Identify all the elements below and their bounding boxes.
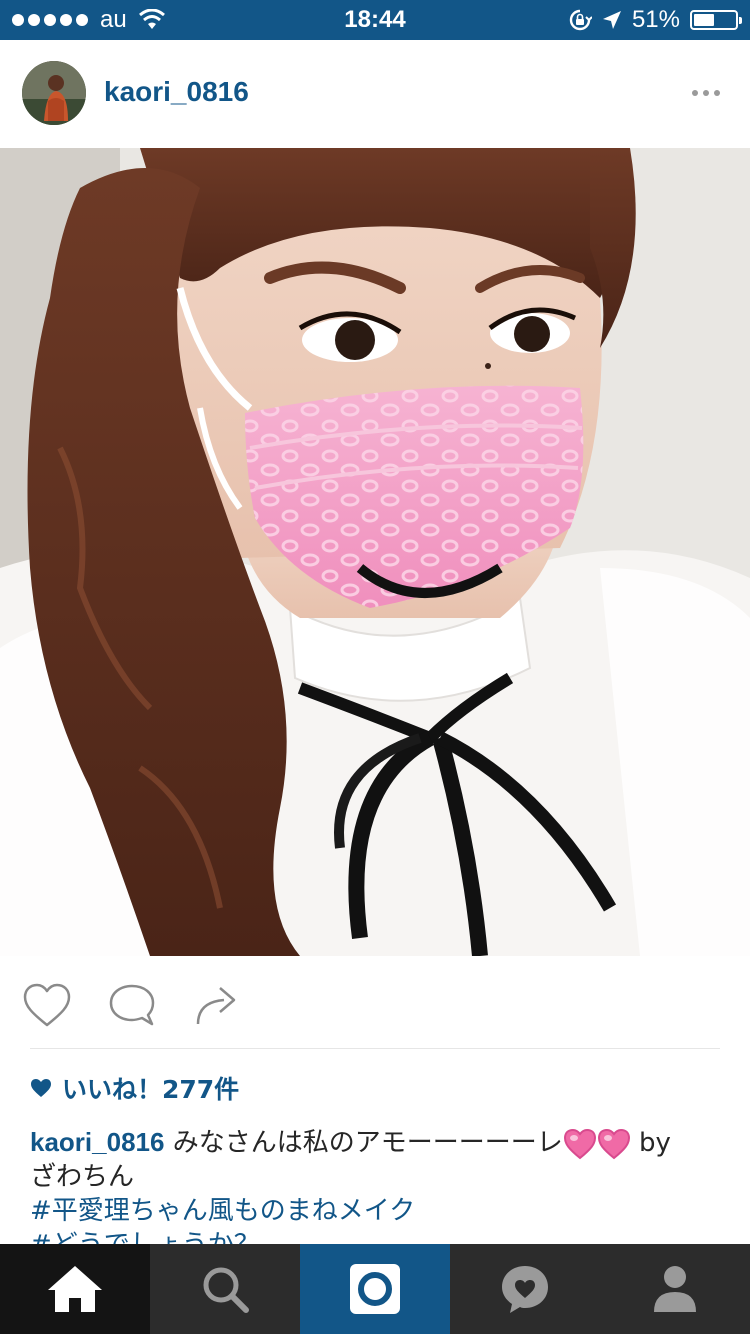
caption-username[interactable]: kaori_0816 — [30, 1127, 164, 1157]
more-dots-icon[interactable] — [692, 90, 720, 96]
profile-icon — [654, 1266, 696, 1312]
tab-bar — [0, 1244, 750, 1334]
post-photo[interactable] — [0, 148, 750, 956]
caption-text: みなさんは私のアモーーーーーレ — [172, 1128, 563, 1158]
post-username[interactable]: kaori_0816 — [104, 76, 249, 108]
tab-activity[interactable] — [450, 1244, 600, 1334]
battery-percent: 51% — [631, 6, 680, 33]
post-header: kaori_0816 — [0, 40, 750, 148]
avatar[interactable] — [22, 61, 86, 125]
pink-heart-emoji-icon — [597, 1128, 630, 1159]
search-icon — [203, 1267, 249, 1313]
share-icon[interactable] — [192, 982, 242, 1028]
caption-suffix: by — [639, 1128, 671, 1158]
tab-search[interactable] — [150, 1244, 300, 1334]
home-icon — [48, 1266, 102, 1312]
caption-line2: ざわちん — [30, 1162, 135, 1192]
hashtag-link[interactable]: #平愛理ちゃん風ものまねメイク — [30, 1194, 720, 1228]
tab-profile[interactable] — [600, 1244, 750, 1334]
divider — [30, 1048, 720, 1049]
post-actions — [0, 956, 750, 1048]
battery-icon — [690, 10, 742, 30]
tab-camera[interactable] — [300, 1244, 450, 1334]
status-right: 51% — [568, 6, 742, 34]
activity-icon — [502, 1266, 548, 1313]
likes-row[interactable]: いいね！277件 — [30, 1070, 239, 1106]
comment-icon[interactable] — [107, 982, 157, 1028]
camera-icon — [350, 1264, 400, 1314]
tab-home[interactable] — [0, 1244, 150, 1334]
photo-image — [0, 148, 750, 956]
heart-outline-icon[interactable] — [22, 982, 72, 1028]
heart-filled-icon — [31, 1079, 51, 1097]
location-arrow-icon — [602, 11, 621, 29]
battery-level — [694, 14, 714, 26]
likes-count: いいね！277件 — [62, 1075, 240, 1104]
status-bar: au 18:44 51% — [0, 0, 750, 40]
pink-heart-emoji-icon — [563, 1128, 596, 1159]
rotation-lock-icon — [569, 9, 592, 31]
caption: kaori_0816 みなさんは私のアモーーーーーレ by ざわちん #平愛理ち… — [30, 1125, 720, 1262]
